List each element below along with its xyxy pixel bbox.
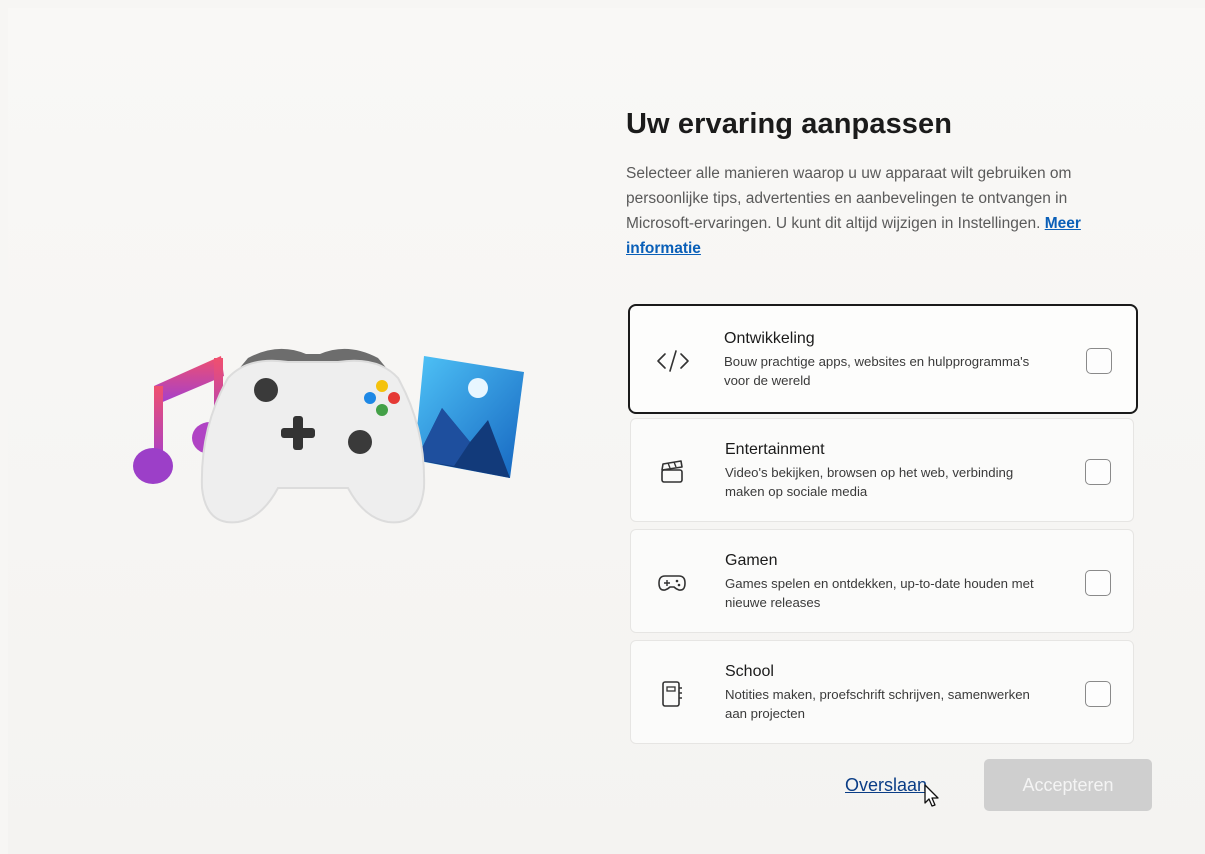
option-title: Gamen bbox=[725, 552, 778, 569]
option-title: School bbox=[725, 663, 774, 680]
page-title: Uw ervaring aanpassen bbox=[626, 108, 953, 140]
option-description: Bouw prachtige apps, websites en hulppro… bbox=[724, 354, 1030, 388]
mouse-cursor-icon bbox=[924, 784, 939, 807]
option-checkbox[interactable] bbox=[1085, 681, 1111, 707]
option-text: School Notities maken, proefschrift schr… bbox=[725, 663, 1045, 723]
page-description: Selecteer alle manieren waarop u uw appa… bbox=[626, 161, 1138, 261]
intro-section: Uw ervaring aanpassen Selecteer alle man… bbox=[626, 108, 1146, 261]
option-checkbox[interactable] bbox=[1085, 570, 1111, 596]
option-text: Entertainment Video's bekijken, browsen … bbox=[725, 441, 1045, 501]
option-checkbox[interactable] bbox=[1086, 348, 1112, 374]
gamepad-icon bbox=[655, 566, 689, 600]
skip-link[interactable]: Overslaan bbox=[845, 775, 927, 796]
gamepad-illustration bbox=[200, 348, 426, 524]
options-list: Ontwikkeling Bouw prachtige apps, websit… bbox=[628, 304, 1140, 746]
hero-illustration bbox=[126, 338, 536, 538]
option-text: Gamen Games spelen en ontdekken, up-to-d… bbox=[725, 552, 1045, 612]
option-card-entertainment[interactable]: Entertainment Video's bekijken, browsen … bbox=[630, 418, 1134, 522]
notebook-icon bbox=[655, 677, 689, 711]
option-description: Video's bekijken, browsen op het web, ve… bbox=[725, 465, 1014, 499]
option-title: Entertainment bbox=[725, 441, 825, 458]
option-title: Ontwikkeling bbox=[724, 330, 815, 347]
option-description: Notities maken, proefschrift schrijven, … bbox=[725, 687, 1030, 721]
option-card-ontwikkeling[interactable]: Ontwikkeling Bouw prachtige apps, websit… bbox=[628, 304, 1138, 414]
option-card-gamen[interactable]: Gamen Games spelen en ontdekken, up-to-d… bbox=[630, 529, 1134, 633]
accept-button[interactable]: Accepteren bbox=[984, 759, 1152, 811]
clapperboard-icon bbox=[655, 455, 689, 489]
option-text: Ontwikkeling Bouw prachtige apps, websit… bbox=[724, 330, 1044, 390]
option-description: Games spelen en ontdekken, up-to-date ho… bbox=[725, 576, 1034, 610]
code-icon bbox=[656, 344, 690, 378]
option-checkbox[interactable] bbox=[1085, 459, 1111, 485]
option-card-school[interactable]: School Notities maken, proefschrift schr… bbox=[630, 640, 1134, 744]
description-text: Selecteer alle manieren waarop u uw appa… bbox=[626, 165, 1072, 232]
oobe-page: Uw ervaring aanpassen Selecteer alle man… bbox=[8, 8, 1205, 854]
